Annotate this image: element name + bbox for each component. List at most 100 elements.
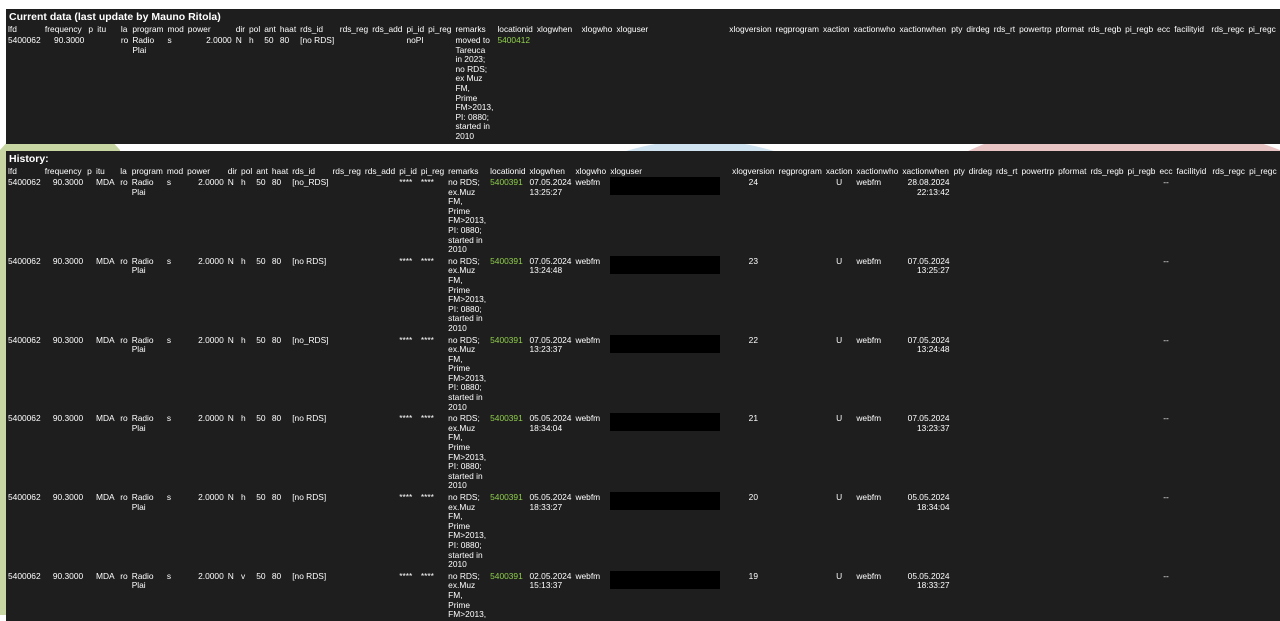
cell-remarks: no RDS; ex.Muz FM, Prime FM>2013, PI: 08…	[448, 570, 487, 621]
cell-xaction	[821, 35, 852, 143]
column-header-pi-regb: pi_regb	[1127, 166, 1156, 176]
cell-rds-regb	[1086, 35, 1123, 143]
cell-rds-rt	[994, 177, 1019, 256]
column-header-haat: haat	[271, 166, 289, 176]
cell-rds-id: [no_RDS]	[292, 177, 329, 187]
column-header-pi-reg: pi_reg	[420, 166, 445, 176]
cell-xlogversion: 20	[748, 492, 758, 502]
cell-rds-id: [no_RDS]	[292, 334, 329, 345]
cell-xlogwho: webfm	[575, 177, 601, 187]
cell-xlogversion	[727, 35, 773, 143]
cell-xactionwho: webfm	[856, 492, 882, 502]
cell-pol: h	[241, 492, 246, 502]
cell-xlogwho: webfm	[575, 413, 601, 424]
cell-locationid[interactable]: 5400391	[488, 256, 527, 335]
cell-powertrp	[1017, 35, 1054, 143]
column-header-power: power	[187, 166, 210, 176]
column-header-pi-reg: pi_reg	[428, 24, 452, 34]
cell-haat: 80	[279, 35, 290, 45]
cell-pi-regc	[1247, 335, 1280, 414]
cell-dir: N	[235, 35, 242, 45]
history-row: 5400062 90.3000 MDA ro Radio Plai s 2.0000 Nh 50…	[6, 255, 1280, 335]
cell-itu: MDA	[95, 177, 115, 187]
cell-xaction: U	[836, 413, 843, 424]
cell-xactionwho: webfm	[856, 177, 882, 187]
cell-pol: h	[241, 177, 246, 187]
cell-facilityid	[1175, 413, 1211, 492]
cell-xactionwho: webfm	[856, 413, 882, 424]
cell-mod: s	[166, 413, 172, 424]
cell-mod: s	[167, 35, 172, 45]
column-header-p: p	[88, 24, 93, 34]
cell-remarks: no RDS; ex.Muz FM, Prime FM>2013, PI: 08…	[448, 255, 487, 333]
column-header-lfd: lfd	[8, 24, 17, 34]
column-header-frequency: frequency	[44, 166, 82, 176]
cell-pi-reg: ****	[420, 334, 434, 345]
cell-xlogwhen: 05.05.2024 18:33:27	[529, 492, 572, 512]
cell-rds-rt	[994, 256, 1019, 335]
cell-locationid[interactable]: 5400391	[488, 413, 527, 492]
cell-ant: 50	[256, 413, 266, 424]
cell-power: 2.0000	[198, 413, 224, 424]
cell-frequency: 90.3000	[52, 570, 84, 581]
column-header-remarks: remarks	[455, 24, 486, 34]
column-header-mod: mod	[167, 24, 184, 34]
cell-pi-regc	[1247, 177, 1280, 256]
cell-pi-regb	[1126, 492, 1158, 571]
cell-program: Radio Plai	[131, 334, 154, 355]
cell-mod: s	[166, 492, 172, 502]
column-header-pformat: pformat	[1058, 166, 1087, 176]
cell-pi-id: ****	[399, 413, 413, 424]
cell-locationid[interactable]: 5400391	[488, 492, 527, 571]
cell-pformat	[1056, 177, 1088, 256]
cell-p	[85, 335, 94, 414]
cell-rds-reg	[331, 413, 363, 492]
cell-lfd: 5400062	[8, 492, 41, 502]
cell-p	[85, 177, 94, 256]
cell-program: Radio Plai	[131, 413, 154, 433]
cell-locationid[interactable]: 5400391	[488, 335, 527, 414]
cell-dirdeg	[967, 335, 994, 414]
cell-rds-add	[363, 335, 397, 414]
cell-xaction: U	[836, 255, 843, 266]
column-header-rds-regc: rds_regc	[1211, 24, 1245, 34]
column-header-powertrp: powertrp	[1019, 24, 1052, 34]
cell-pty	[949, 35, 964, 143]
cell-frequency: 90.3000	[52, 255, 84, 266]
column-header-rds-rt: rds_rt	[993, 24, 1016, 34]
cell-powertrp	[1019, 413, 1056, 492]
cell-xloguser	[608, 492, 730, 571]
cell-pi-reg: ****	[420, 570, 434, 581]
cell-rds-regb	[1088, 571, 1125, 621]
cell-locationid[interactable]: 5400391	[488, 571, 527, 621]
column-header-lfd: lfd	[8, 166, 17, 176]
cell-xloguser	[608, 570, 730, 621]
cell-remarks: no RDS; ex.Muz FM, Prime FM>2013, PI: 08…	[448, 177, 487, 255]
cell-xlogwhen: 05.05.2024 18:34:04	[529, 413, 572, 433]
cell-xaction: U	[836, 334, 843, 345]
cell-locationid[interactable]: 5400412	[495, 35, 534, 143]
cell-ecc	[1155, 35, 1172, 143]
cell-xaction: U	[836, 492, 843, 502]
cell-locationid[interactable]: 5400391	[488, 177, 527, 256]
cell-dirdeg	[967, 413, 994, 492]
cell-mod: s	[166, 334, 172, 345]
cell-regprogram	[774, 35, 821, 143]
cell-haat: 80	[271, 570, 282, 581]
column-header-xloguser: xloguser	[610, 166, 642, 176]
cell-itu: MDA	[95, 492, 115, 502]
column-header-mod: mod	[166, 166, 184, 176]
column-header-ant: ant	[256, 166, 268, 176]
column-header-la: la	[120, 24, 128, 34]
column-header-ant: ant	[264, 24, 276, 34]
cell-ant: 50	[256, 255, 266, 266]
cell-itu: MDA	[95, 570, 115, 581]
cell-pformat	[1056, 256, 1088, 335]
cell-ecc: --	[1163, 177, 1169, 187]
cell-xlogwhen	[535, 35, 580, 143]
cell-haat: 80	[271, 492, 282, 502]
column-header-dir: dir	[227, 166, 238, 176]
cell-rds-add	[363, 413, 397, 492]
cell-la: ro	[120, 35, 129, 45]
cell-rds-reg	[331, 571, 363, 621]
